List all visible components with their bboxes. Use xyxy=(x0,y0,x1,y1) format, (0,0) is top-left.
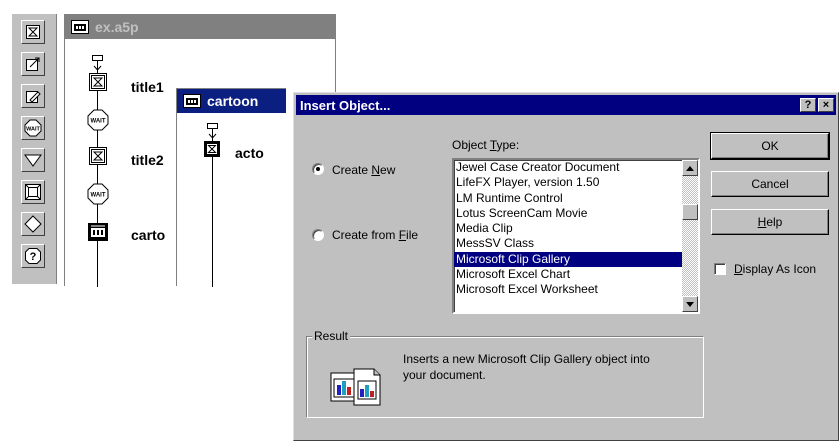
calculation-icon[interactable] xyxy=(21,212,45,236)
window-title: ex.a5p xyxy=(95,19,139,35)
map-icon[interactable]: ? xyxy=(21,244,45,268)
dialog-titlebar[interactable]: Insert Object... ? × xyxy=(296,95,836,115)
create-new-radio[interactable] xyxy=(312,163,324,175)
arrow-up-icon xyxy=(686,165,694,171)
scroll-thumb[interactable] xyxy=(682,204,698,220)
help-button[interactable]: Help xyxy=(711,209,829,235)
list-scrollbar[interactable] xyxy=(682,160,698,312)
create-from-file-radio[interactable] xyxy=(312,229,324,241)
display-as-icon-checkbox[interactable] xyxy=(714,263,726,275)
arrow-down-icon xyxy=(686,301,694,307)
object-type-item[interactable]: Microsoft Excel Worksheet xyxy=(454,282,698,297)
object-type-item[interactable]: LM Runtime Control xyxy=(454,191,698,206)
insert-object-dialog: Insert Object... ? × Create New Create f… xyxy=(293,92,839,441)
object-type-item[interactable]: Lotus ScreenCam Movie xyxy=(454,206,698,221)
scroll-down-button[interactable] xyxy=(682,296,698,312)
object-type-item[interactable]: LifeFX Player, version 1.50 xyxy=(454,175,698,190)
object-type-item[interactable]: Jewel Case Creator Document xyxy=(454,160,698,175)
result-description: Inserts a new Microsoft Clip Gallery obj… xyxy=(403,351,650,383)
window-title: cartoon xyxy=(207,93,259,109)
clip-gallery-icon xyxy=(330,368,381,406)
flowline-window-titlebar[interactable]: cartoon xyxy=(177,89,286,113)
cancel-button[interactable]: Cancel xyxy=(711,171,829,197)
flowline-start-icon xyxy=(92,55,103,71)
result-label: Result xyxy=(312,329,351,343)
svg-text:WAIT: WAIT xyxy=(26,127,40,133)
wait-icon[interactable]: WAIT xyxy=(21,116,45,140)
decision-icon[interactable] xyxy=(21,148,45,172)
erase-icon[interactable] xyxy=(21,84,45,108)
flow-item-title2-label: title2 xyxy=(131,152,164,168)
object-type-label: Object Type: xyxy=(452,138,520,152)
map-icon xyxy=(71,20,89,34)
wait-icon[interactable]: WAIT xyxy=(87,109,109,131)
create-new-label[interactable]: Create New xyxy=(332,163,395,177)
interaction-icon[interactable] xyxy=(21,180,45,204)
display-icon[interactable] xyxy=(21,20,45,44)
dialog-title: Insert Object... xyxy=(300,97,391,113)
result-text-line-2: your document. xyxy=(403,368,486,382)
object-type-item[interactable]: Microsoft Excel Chart xyxy=(454,267,698,282)
flowline xyxy=(97,65,98,287)
flowline-window-cartoon[interactable]: cartoon acto xyxy=(176,88,286,287)
display-icon[interactable] xyxy=(204,141,220,157)
ok-button[interactable]: OK xyxy=(710,132,830,160)
svg-text:WAIT: WAIT xyxy=(91,119,106,125)
scroll-up-button[interactable] xyxy=(682,160,698,176)
create-from-file-label[interactable]: Create from File xyxy=(332,228,418,242)
svg-text:?: ? xyxy=(30,251,37,263)
wait-icon[interactable]: WAIT xyxy=(87,183,109,205)
flowline-start-icon xyxy=(207,123,218,139)
flow-item-title1-label: title1 xyxy=(131,79,164,95)
object-type-items: Jewel Case Creator Document LifeFX Player… xyxy=(454,160,698,298)
svg-text:WAIT: WAIT xyxy=(91,193,106,199)
map-icon xyxy=(183,94,201,108)
object-type-list[interactable]: Jewel Case Creator Document LifeFX Player… xyxy=(452,158,700,314)
radio-selected-dot xyxy=(316,167,320,171)
flow-item-acto-label: acto xyxy=(235,145,264,161)
help-title-button[interactable]: ? xyxy=(800,98,816,112)
flowline-window-titlebar[interactable]: ex.a5p xyxy=(65,15,335,39)
display-icon[interactable] xyxy=(89,73,107,91)
object-type-item[interactable]: Microsoft Clip Gallery xyxy=(454,251,698,268)
result-text-line-1: Inserts a new Microsoft Clip Gallery obj… xyxy=(403,352,650,366)
motion-icon[interactable] xyxy=(21,52,45,76)
display-icon[interactable] xyxy=(89,147,107,165)
close-button[interactable]: × xyxy=(818,98,834,112)
object-type-item[interactable]: Media Clip xyxy=(454,221,698,236)
object-type-item[interactable]: MessSV Class xyxy=(454,236,698,251)
flow-item-carto-label: carto xyxy=(131,227,166,243)
map-icon[interactable] xyxy=(88,223,108,241)
display-as-icon-label[interactable]: Display As Icon xyxy=(734,262,816,276)
icon-palette: WAIT ? xyxy=(12,14,57,284)
